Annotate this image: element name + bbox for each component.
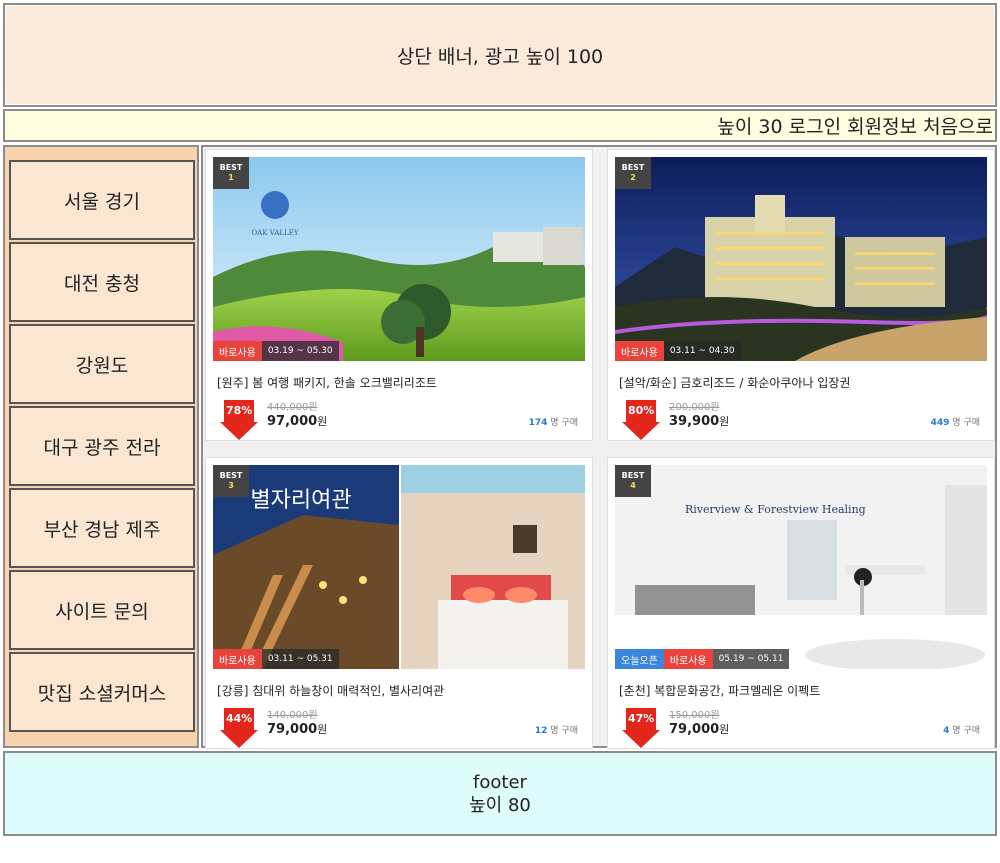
footer: footer 높이 80 <box>3 751 997 836</box>
sold-count: 12 명 구매 <box>534 726 578 736</box>
footer-line-2: 높이 80 <box>469 794 531 816</box>
sidebar-item-daegu[interactable]: 대구 광주 전라 <box>9 406 195 486</box>
product-image[interactable]: Riverview & Forestview Healing BEST 4 오늘오… <box>615 465 987 669</box>
original-price: 140,000원 <box>267 710 318 721</box>
discount-rate: 44% <box>226 712 253 725</box>
date-range-tag: 03.11 ~ 04.30 <box>663 341 741 361</box>
interior-photo: Riverview & Forestview Healing <box>615 465 987 669</box>
product-card[interactable]: OAK VALLEY BEST 1 바로사용 03.19 ~ 05.30 [원주]… <box>205 149 593 441</box>
sale-price: 79,000원 <box>669 722 730 737</box>
original-price: 200,000원 <box>669 402 720 413</box>
sidebar-item-inquiry[interactable]: 사이트 문의 <box>9 570 195 650</box>
sold-count: 449 명 구매 <box>930 418 980 428</box>
product-image[interactable]: OAK VALLEY BEST 1 바로사용 03.19 ~ 05.30 <box>213 157 585 361</box>
product-title[interactable]: [춘천] 복합문화공간, 파크멜레온 이펙트 <box>619 682 820 699</box>
top-banner: 상단 배너, 광고 높이 100 <box>3 3 997 107</box>
sidebar-item-food[interactable]: 맛집 소셜커머스 <box>9 652 195 732</box>
tag-row: 오늘오픈 바로사용 05.19 ~ 05.11 <box>615 649 790 669</box>
product-card[interactable]: Riverview & Forestview Healing BEST 4 오늘오… <box>607 457 995 749</box>
best-badge: BEST 3 <box>213 465 249 497</box>
login-bar: 높이 30 로그인 회원정보 처음으로 <box>3 109 997 142</box>
product-title[interactable]: [원주] 봄 여행 패키지, 한솔 오크밸리리조트 <box>217 374 437 391</box>
product-title[interactable]: [강릉] 침대위 하늘창이 매력적인, 별사리여관 <box>217 682 444 699</box>
discount-rate: 47% <box>628 712 655 725</box>
footer-line-1: footer <box>473 771 527 793</box>
sidebar: 서울 경기 대전 충청 강원도 대구 광주 전라 부산 경남 제주 사이트 문의… <box>3 145 199 748</box>
product-title[interactable]: [설악/화순] 금호리조드 / 화순아쿠아나 입장권 <box>619 374 850 391</box>
discount-rate: 78% <box>226 404 253 417</box>
best-badge: BEST 1 <box>213 157 249 189</box>
golf-resort-photo: OAK VALLEY <box>213 157 585 361</box>
direct-use-tag: 바로사용 <box>663 649 713 669</box>
sidebar-item-gangwon[interactable]: 강원도 <box>9 324 195 404</box>
product-image[interactable]: 별자리여관 BEST 3 바로사용 03.11 ~ 05.31 <box>213 465 585 669</box>
sidebar-item-label: 대구 광주 전라 <box>43 436 161 459</box>
sidebar-item-label: 맛집 소셜커머스 <box>37 682 167 705</box>
tag-row: 바로사용 03.11 ~ 05.31 <box>213 649 339 669</box>
login-bar-text[interactable]: 높이 30 로그인 회원정보 처음으로 <box>717 112 993 139</box>
direct-use-tag: 바로사용 <box>213 649 262 669</box>
sale-price: 97,000원 <box>267 414 328 429</box>
photo-caption: 별자리여관 <box>250 488 351 513</box>
sidebar-item-seoul[interactable]: 서울 경기 <box>9 160 195 240</box>
sale-price: 39,900원 <box>669 414 730 429</box>
product-card[interactable]: 별자리여관 BEST 3 바로사용 03.11 ~ 05.31 [강릉] 침대위 … <box>205 457 593 749</box>
tag-row: 바로사용 03.11 ~ 04.30 <box>615 341 741 361</box>
direct-use-tag: 바로사용 <box>213 341 262 361</box>
tag-row: 바로사용 03.19 ~ 05.30 <box>213 341 339 361</box>
open-today-tag: 오늘오픈 <box>615 649 664 669</box>
guesthouse-photo: 별자리여관 <box>213 465 585 669</box>
discount-rate: 80% <box>628 404 655 417</box>
sold-count: 174 명 구매 <box>528 418 578 428</box>
banner-text: 상단 배너, 광고 높이 100 <box>396 45 604 68</box>
photo-caption: OAK VALLEY <box>252 229 299 237</box>
photo-caption: Riverview & Forestview Healing <box>685 503 866 516</box>
sidebar-item-label: 대전 충청 <box>64 272 140 295</box>
night-resort-photo <box>615 157 987 361</box>
sale-price: 79,000원 <box>267 722 328 737</box>
original-price: 440,000원 <box>267 402 318 413</box>
sidebar-item-daejeon[interactable]: 대전 충청 <box>9 242 195 322</box>
direct-use-tag: 바로사용 <box>615 341 664 361</box>
product-card[interactable]: BEST 2 바로사용 03.11 ~ 04.30 [설악/화순] 금호리조드 /… <box>607 149 995 441</box>
sidebar-item-label: 서울 경기 <box>64 190 140 213</box>
original-price: 150,000원 <box>669 710 720 721</box>
product-grid: OAK VALLEY BEST 1 바로사용 03.19 ~ 05.30 [원주]… <box>201 145 997 749</box>
date-range-tag: 03.19 ~ 05.30 <box>261 341 339 361</box>
sidebar-item-label: 강원도 <box>75 354 129 377</box>
sidebar-item-label: 부산 경남 제주 <box>43 518 161 541</box>
date-range-tag: 03.11 ~ 05.31 <box>261 649 339 669</box>
sold-count: 4 명 구매 <box>943 726 980 736</box>
sidebar-item-label: 사이트 문의 <box>55 600 149 623</box>
sidebar-item-busan[interactable]: 부산 경남 제주 <box>9 488 195 568</box>
date-range-tag: 05.19 ~ 05.11 <box>712 649 790 669</box>
best-badge: BEST 4 <box>615 465 651 497</box>
best-badge: BEST 2 <box>615 157 651 189</box>
product-image[interactable]: BEST 2 바로사용 03.11 ~ 04.30 <box>615 157 987 361</box>
